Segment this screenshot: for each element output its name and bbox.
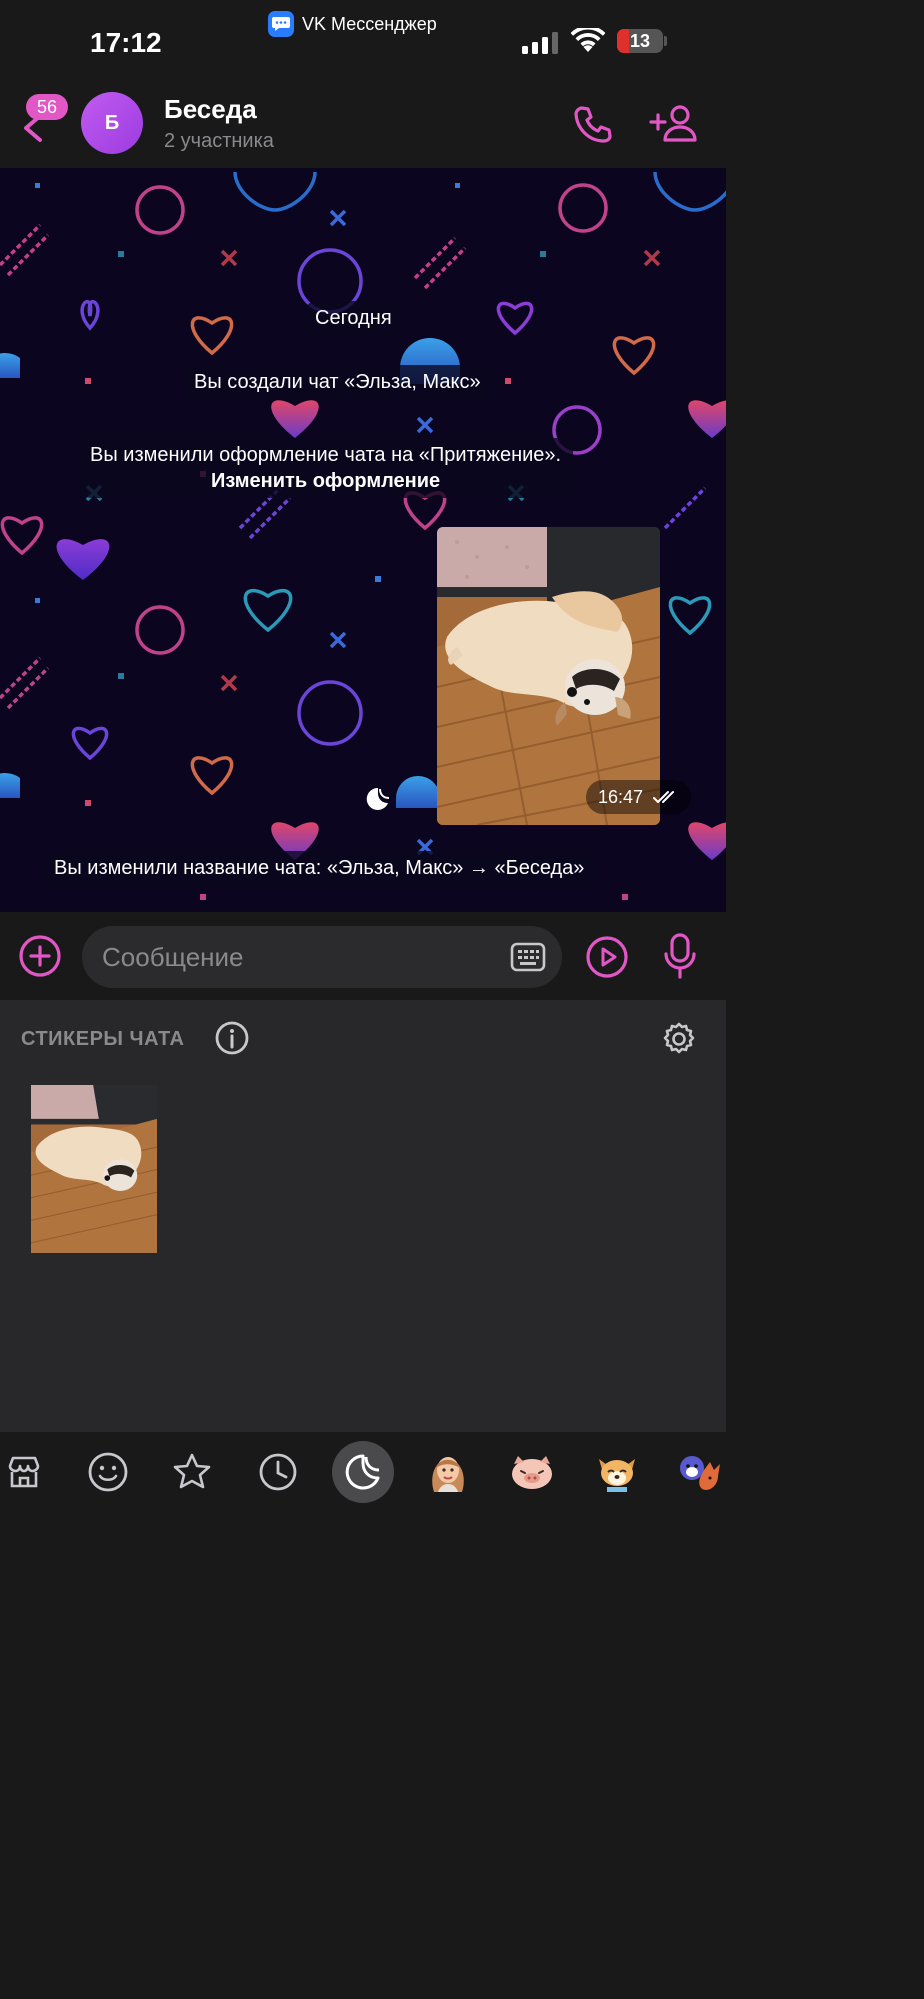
- read-double-check-icon: [653, 791, 675, 803]
- dog-sticker-image: [31, 1085, 157, 1253]
- chat-messages-area[interactable]: Сегодня Вы создали чат «Эльза, Макс» Вы …: [0, 168, 726, 912]
- change-theme-link[interactable]: Изменить оформление: [90, 468, 561, 494]
- info-icon[interactable]: [214, 1020, 250, 1056]
- chat-stickers-title: СТИКЕРЫ ЧАТА: [21, 1028, 185, 1050]
- avatar-letter: Б: [104, 111, 120, 134]
- battery-indicator: 13: [617, 29, 663, 53]
- cellular-signal-icon: [522, 32, 558, 54]
- service-message-created: Вы создали чат «Эльза, Макс»: [182, 365, 493, 400]
- status-app-return[interactable]: VK Мессенджер: [268, 10, 437, 38]
- favorites-icon[interactable]: [168, 1448, 216, 1496]
- keyboard-icon[interactable]: [510, 942, 546, 972]
- service-message-theme: Вы изменили оформление чата на «Притяжен…: [78, 438, 574, 498]
- date-separator: Сегодня: [303, 301, 404, 336]
- chat-title[interactable]: Беседа: [164, 94, 257, 125]
- pig-sticker-icon[interactable]: [508, 1448, 556, 1496]
- avatar-sticker-icon[interactable]: [424, 1448, 472, 1496]
- chat-members-count[interactable]: 2 участника: [164, 130, 274, 153]
- service-message-renamed: Вы изменили название чата: «Эльза, Макс»…: [42, 851, 597, 886]
- message-input[interactable]: [82, 926, 562, 988]
- animals-sticker-icon[interactable]: [676, 1448, 724, 1496]
- status-app-name: VK Мессенджер: [302, 13, 437, 34]
- message-time-badge: 16:47: [586, 780, 692, 814]
- dog-sticker-icon[interactable]: [593, 1448, 641, 1496]
- recent-icon[interactable]: [254, 1448, 302, 1496]
- sticker-reply-icon[interactable]: [365, 786, 391, 812]
- add-member-icon[interactable]: [648, 102, 700, 148]
- chat-sticker-item[interactable]: [31, 1085, 157, 1253]
- emoji-icon[interactable]: [84, 1448, 132, 1496]
- battery-level: 13: [629, 31, 651, 51]
- status-time: 17:12: [90, 27, 162, 58]
- chat-avatar[interactable]: Б: [81, 92, 143, 154]
- wifi-icon: [571, 28, 605, 52]
- chat-stickers-icon[interactable]: [339, 1448, 387, 1496]
- attach-plus-icon[interactable]: [18, 934, 62, 978]
- unread-badge: 56: [26, 94, 68, 120]
- service-theme-text: Вы изменили оформление чата на «Притяжен…: [90, 444, 562, 466]
- phone-call-icon[interactable]: [570, 102, 616, 148]
- vk-messenger-app-icon: [268, 11, 294, 37]
- video-message-icon[interactable]: [584, 934, 630, 980]
- message-time: 16:47: [598, 786, 644, 807]
- battery-tip: [664, 36, 667, 46]
- microphone-icon[interactable]: [662, 932, 698, 980]
- store-icon[interactable]: [0, 1448, 48, 1496]
- gear-icon[interactable]: [660, 1020, 698, 1058]
